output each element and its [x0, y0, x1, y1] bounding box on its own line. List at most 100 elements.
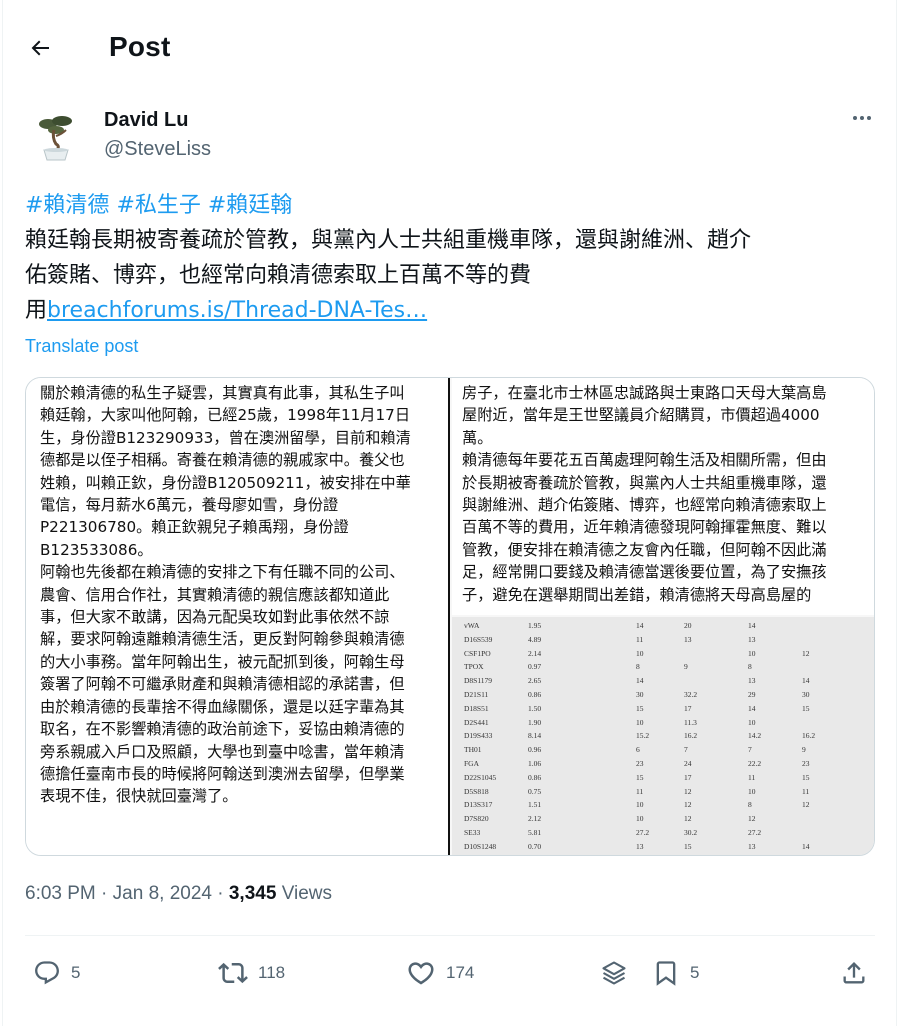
- dna-table-cell: 15: [684, 841, 692, 851]
- dna-table-cell: 14.2: [748, 731, 762, 741]
- share-button[interactable]: [840, 950, 868, 996]
- reply-icon: [35, 961, 59, 985]
- post-page: Post David Lu @SteveLiss #賴清德 #私生子 #賴廷翰 …: [0, 0, 909, 1026]
- dna-table-cell: 8.14: [528, 731, 542, 741]
- tweet-text: #賴清德 #私生子 #賴廷翰 賴廷翰長期被寄養疏於管教，與黨內人士共組重機車隊，…: [25, 188, 880, 328]
- dna-table-cell: 12: [684, 800, 692, 810]
- more-dots-icon: [853, 116, 871, 120]
- dna-table-cell: 11: [636, 634, 644, 644]
- post-time[interactable]: 6:03 PM: [25, 883, 96, 904]
- bookmark-icon: [656, 961, 676, 986]
- dna-table-cell: 10: [748, 786, 756, 796]
- dna-table-cell: 10: [636, 648, 644, 658]
- views-count: 3,345: [228, 883, 277, 904]
- author-name[interactable]: David Lu: [104, 109, 188, 132]
- dna-table-cell: 23: [636, 759, 644, 768]
- avatar[interactable]: [26, 108, 86, 168]
- back-button[interactable]: [20, 28, 60, 68]
- dna-table-cell: 1.51: [528, 800, 542, 810]
- tweet-body-line: 賴廷翰長期被寄養疏於管教，與黨內人士共組重機車隊，還與謝維洲、趙介: [25, 228, 752, 253]
- dna-table-cell: D8S1179: [464, 676, 493, 686]
- dna-table-cell: 14: [748, 703, 756, 713]
- dna-table-row: TH01 0.96 6 7 7 9: [452, 745, 874, 757]
- dna-table-row: SE33 5.81 27.2 30.2 27.2: [452, 828, 874, 840]
- dna-table-cell: 13: [748, 676, 756, 686]
- heart-icon: [408, 962, 434, 985]
- dna-table-cell: 5.81: [528, 828, 542, 837]
- dna-table-row: D21S11 0.86 30 32.2 29 30: [452, 690, 874, 702]
- dna-table-cell: 10: [636, 717, 644, 727]
- grok-button[interactable]: [600, 950, 628, 996]
- dna-table-row: CSF1PO 2.14 10 10 12: [452, 648, 874, 661]
- media-image-document-left[interactable]: 關於賴清德的私生子疑雲，其實真有此事，其私生子叫 賴廷翰，大家叫他阿翰，已經25…: [26, 378, 450, 855]
- hashtag-link[interactable]: #賴廷翰: [208, 193, 292, 218]
- dna-table-row: vWA 1.95 14 20 14: [452, 621, 874, 633]
- dna-table-cell: 2.14: [528, 648, 542, 658]
- dna-table-cell: 1.95: [528, 621, 542, 630]
- dna-table-cell: 1.50: [528, 703, 542, 713]
- page-header: Post: [0, 0, 896, 90]
- external-link[interactable]: breachforums.is/Thread-DNA-Tes…: [47, 298, 427, 323]
- dna-table-cell: 11: [802, 786, 810, 796]
- dna-table-row: D19S433 8.14 15.2 16.2 14.2 16.2: [452, 731, 874, 743]
- author-handle[interactable]: @SteveLiss: [104, 138, 211, 161]
- bookmark-count: 5: [690, 963, 700, 982]
- dna-table-cell: 14: [802, 841, 810, 851]
- dna-table-cell: 16.2: [802, 731, 816, 741]
- dna-table-cell: 0.86: [528, 690, 542, 699]
- dna-table-cell: 15: [636, 703, 644, 713]
- dna-table-cell: TH01: [464, 745, 482, 755]
- bookmark-button[interactable]: 5: [652, 950, 699, 996]
- dna-table-cell: 0.70: [528, 841, 542, 851]
- translate-post-link[interactable]: Translate post: [25, 336, 138, 357]
- dna-table-cell: 10: [636, 800, 644, 810]
- dna-table-cell: 15: [636, 772, 644, 782]
- dna-table-cell: 24: [684, 759, 692, 768]
- dna-table-cell: 2.12: [528, 814, 542, 824]
- dna-table-cell: 14: [748, 621, 756, 630]
- post-date[interactable]: Jan 8, 2024: [113, 883, 212, 904]
- dna-table-cell: 8: [636, 662, 640, 672]
- dna-table-cell: D22S1045: [464, 772, 497, 782]
- dna-table-cell: CSF1PO: [464, 648, 491, 658]
- dna-table-cell: 10: [748, 717, 756, 727]
- dna-table-cell: 7: [684, 745, 688, 755]
- back-arrow-icon: [31, 40, 49, 56]
- divider: [25, 935, 875, 936]
- action-bar: 5 118 174 5: [0, 950, 896, 996]
- dna-table-cell: 11: [748, 772, 756, 782]
- dna-table-cell: 12: [802, 648, 810, 658]
- page-title: Post: [109, 31, 171, 62]
- dna-table-cell: 8: [748, 662, 752, 672]
- reply-button[interactable]: 5: [33, 950, 80, 996]
- dna-table-cell: 17: [684, 703, 692, 713]
- dna-table-cell: 30: [802, 690, 810, 699]
- repost-button[interactable]: 118: [218, 950, 285, 996]
- dna-table-cell: 32.2: [684, 690, 698, 699]
- dna-table-cell: 4.89: [528, 634, 542, 644]
- hashtag-link[interactable]: #私生子: [116, 193, 200, 218]
- dna-table-cell: 20: [684, 621, 692, 630]
- dna-table-row: D18S51 1.50 15 17 14 15: [452, 703, 874, 716]
- hashtag-link[interactable]: #賴清德: [25, 193, 109, 218]
- dna-table-cell: 11.3: [684, 717, 697, 727]
- meta-separator: ·: [217, 883, 224, 904]
- dna-table-cell: D13S317: [464, 800, 493, 810]
- dna-table-cell: 13: [636, 841, 644, 851]
- dna-table-cell: 12: [802, 800, 810, 810]
- dna-table-cell: 14: [636, 676, 644, 686]
- dna-table-cell: 0.75: [528, 786, 542, 796]
- dna-table-row: D13S317 1.51 10 12 8 12: [452, 800, 874, 812]
- dna-table-cell: 13: [684, 634, 692, 644]
- dna-table-row: FGA 1.06 23 24 22.2 23: [452, 759, 874, 771]
- dna-table-cell: 7: [748, 745, 752, 755]
- media-image-dna-table[interactable]: vWA 1.95 14 20 14 D16S539 4.89 11 13 13 CSF1PO 2.14…: [452, 617, 874, 855]
- dna-table-cell: 9: [684, 662, 688, 672]
- media-image-document-right[interactable]: 房子，在臺北市士林區忠誠路與士東路口天母大葉高島 屋附近，當年是王世堅議員介紹購…: [452, 378, 874, 615]
- like-count: 174: [446, 963, 475, 982]
- repost-icon: [218, 962, 248, 984]
- like-button[interactable]: 174: [406, 950, 474, 996]
- more-options-button[interactable]: [846, 104, 878, 132]
- dna-table-cell: 27.2: [636, 828, 650, 837]
- dna-table-cell: 15: [802, 703, 810, 713]
